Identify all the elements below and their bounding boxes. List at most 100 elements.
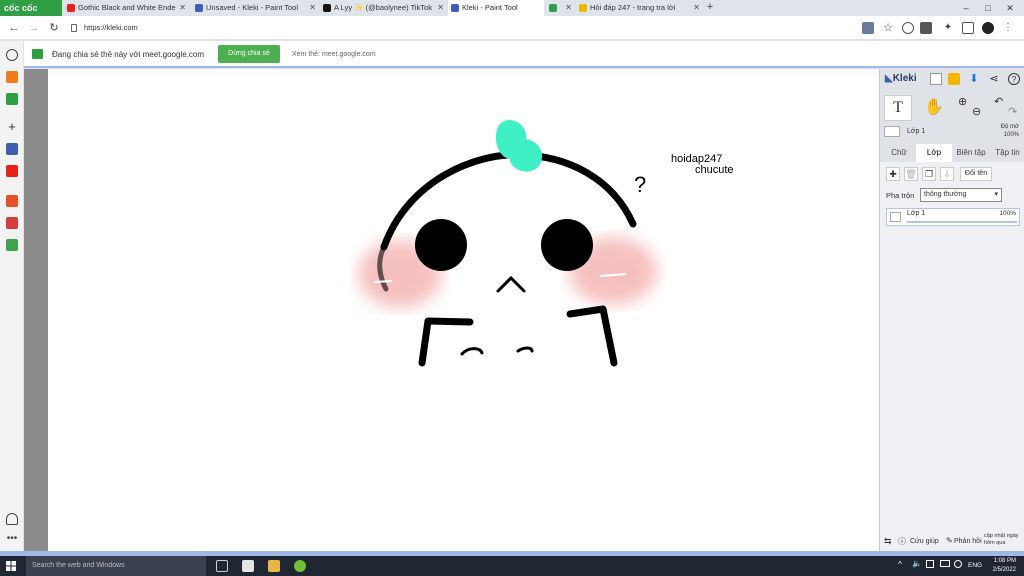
share-status-text: Đang chia sẻ thẻ này với meet.google.com bbox=[52, 50, 204, 59]
tab-label: Hỏi đáp 247 - trang tra lời bbox=[590, 3, 676, 12]
left-foot bbox=[460, 347, 484, 356]
layer-opacity-slider[interactable] bbox=[907, 221, 1017, 223]
tab-youtube[interactable]: Gothic Black and White Ende ✕ bbox=[64, 0, 188, 16]
rename-button[interactable]: Đổi tên bbox=[960, 167, 992, 181]
tab-hoidap[interactable]: Hỏi đáp 247 - trang tra lời ✕ bbox=[576, 0, 702, 16]
notes-icon[interactable] bbox=[6, 195, 18, 207]
clock[interactable]: 1:08 PM 2/5/2022 bbox=[993, 557, 1016, 575]
minimize-button[interactable]: – bbox=[956, 0, 976, 16]
tab-layers[interactable]: Lớp bbox=[916, 144, 952, 162]
maximize-button[interactable]: □ bbox=[978, 0, 998, 16]
add-layer-button[interactable]: ✚ bbox=[886, 167, 900, 181]
undo-icon[interactable]: ↶ bbox=[994, 95, 1003, 108]
file-explorer-icon[interactable] bbox=[268, 560, 280, 572]
layer-opacity: 100% bbox=[999, 210, 1016, 217]
tab-label: Gothic Black and White Ende bbox=[78, 3, 176, 12]
battery-icon[interactable] bbox=[940, 560, 950, 567]
store-icon[interactable] bbox=[242, 560, 254, 572]
tab-text[interactable]: Chữ bbox=[882, 144, 916, 162]
layer-thumbnail[interactable] bbox=[884, 126, 900, 137]
bell-icon[interactable] bbox=[6, 513, 18, 525]
tab-tiktok[interactable]: A Lyy ✨ (@baolynee) TikTok ✕ bbox=[320, 0, 446, 16]
close-icon[interactable]: ✕ bbox=[179, 0, 186, 16]
layer-list-item[interactable]: Lớp 1 100% bbox=[886, 208, 1020, 226]
hoidap-icon bbox=[579, 4, 587, 12]
opacity-readout: Độ mờ 100% bbox=[1000, 124, 1019, 138]
tab-meet[interactable]: ✕ bbox=[546, 0, 574, 16]
new-tab-button[interactable]: + bbox=[704, 0, 716, 16]
delete-layer-icon[interactable]: 🗑 bbox=[904, 167, 918, 181]
menu-icon[interactable]: ⋮ bbox=[1002, 22, 1014, 34]
tab-edit[interactable]: Biên tập bbox=[952, 144, 990, 162]
reload-button[interactable]: ↻ bbox=[46, 20, 62, 36]
panel-header: ◣Kleki ⬇ ⋖ ? bbox=[880, 69, 1024, 91]
tray-up-icon[interactable]: ^ bbox=[898, 560, 902, 569]
windows-start-icon[interactable] bbox=[6, 561, 16, 571]
right-eye bbox=[541, 219, 593, 271]
help-link[interactable]: Cứu giúp bbox=[910, 538, 939, 545]
reading-list-icon[interactable] bbox=[962, 22, 974, 34]
coccoc-icon[interactable] bbox=[294, 560, 306, 572]
tab-label: Kleki - Paint Tool bbox=[462, 3, 518, 12]
zoom-out-icon[interactable]: ⊖ bbox=[972, 105, 981, 118]
tab-kleki-unsaved[interactable]: Unsaved - Kleki - Paint Tool ✕ bbox=[192, 0, 318, 16]
shield-icon[interactable] bbox=[902, 22, 914, 34]
game-icon[interactable] bbox=[6, 93, 18, 105]
new-image-icon[interactable] bbox=[930, 73, 942, 85]
zoom-in-icon[interactable]: ⊕ bbox=[958, 95, 967, 108]
tab-kleki-active[interactable]: Kleki - Paint Tool bbox=[448, 0, 544, 16]
close-window-button[interactable]: ✕ bbox=[1000, 0, 1020, 16]
kleki-icon[interactable] bbox=[6, 143, 18, 155]
forward-button[interactable]: → bbox=[26, 20, 42, 36]
network-icon[interactable] bbox=[926, 560, 934, 568]
hand-tool-icon[interactable]: ✋ bbox=[924, 97, 944, 117]
view-tab-link[interactable]: Xem thẻ: meet.google.com bbox=[292, 41, 376, 68]
taskbar-search-input[interactable]: Search the web and Windows bbox=[26, 556, 206, 576]
close-icon[interactable]: ✕ bbox=[309, 0, 316, 16]
download-icon[interactable]: ⬇ bbox=[968, 73, 980, 85]
current-layer-strip: Lớp 1 Độ mờ 100% bbox=[880, 123, 1024, 143]
feedback-icon[interactable]: ✎ bbox=[946, 536, 953, 545]
help-icon[interactable]: ⓘ bbox=[898, 536, 906, 547]
task-view-icon[interactable] bbox=[216, 560, 228, 572]
star-icon[interactable]: ☆ bbox=[882, 22, 894, 34]
close-icon[interactable]: ✕ bbox=[693, 0, 700, 16]
add-icon[interactable]: + bbox=[6, 120, 18, 133]
more-icon[interactable]: ••• bbox=[6, 533, 18, 545]
youtube-icon bbox=[67, 4, 75, 12]
blend-mode-select[interactable]: thông thường ▾ bbox=[920, 188, 1002, 202]
back-button[interactable]: ← bbox=[6, 20, 22, 36]
text-tool-button[interactable]: T bbox=[884, 95, 912, 121]
close-icon[interactable]: ✕ bbox=[437, 0, 444, 16]
shopping-icon[interactable] bbox=[6, 217, 18, 229]
share-icon[interactable]: ⋖ bbox=[988, 73, 1000, 85]
translate-icon[interactable] bbox=[862, 22, 874, 34]
help-icon[interactable]: ? bbox=[1008, 73, 1020, 85]
download-icon[interactable] bbox=[920, 22, 932, 34]
stop-sharing-button[interactable]: Dừng chia sẻ bbox=[218, 45, 280, 63]
volume-icon[interactable]: 🔈 bbox=[912, 559, 922, 568]
avatar[interactable] bbox=[982, 22, 994, 34]
duplicate-layer-icon[interactable]: ❐ bbox=[922, 167, 936, 181]
update-note[interactable]: cập nhật ngày hôm qua bbox=[984, 533, 1024, 547]
extensions-icon[interactable]: ✦ bbox=[942, 22, 954, 34]
browser-sidebar: + ••• bbox=[0, 41, 24, 551]
kleki-logo[interactable]: ◣Kleki bbox=[885, 73, 917, 84]
merge-layer-icon[interactable]: ⇩ bbox=[940, 167, 954, 181]
tab-bar: cốc cốc Gothic Black and White Ende ✕ Un… bbox=[0, 0, 1024, 16]
save-icon[interactable] bbox=[948, 73, 960, 85]
youtube-icon[interactable] bbox=[6, 165, 18, 177]
swap-icon[interactable]: ⇆ bbox=[884, 536, 892, 547]
tab-file[interactable]: Tập tin bbox=[990, 144, 1024, 162]
sync-icon[interactable] bbox=[954, 560, 962, 568]
drawing-canvas[interactable]: ? hoidap247 chucute bbox=[48, 69, 879, 551]
grid-icon[interactable] bbox=[6, 239, 18, 251]
close-icon[interactable]: ✕ bbox=[565, 0, 572, 16]
browser-logo[interactable]: cốc cốc bbox=[0, 0, 62, 16]
redo-icon[interactable]: ↷ bbox=[1008, 105, 1017, 118]
crown-icon[interactable] bbox=[6, 71, 18, 83]
feedback-link[interactable]: Phản hồi bbox=[954, 538, 982, 545]
url-field[interactable]: https://kleki.com bbox=[66, 19, 856, 37]
history-icon[interactable] bbox=[6, 49, 18, 61]
language-indicator[interactable]: ENG bbox=[968, 556, 982, 576]
